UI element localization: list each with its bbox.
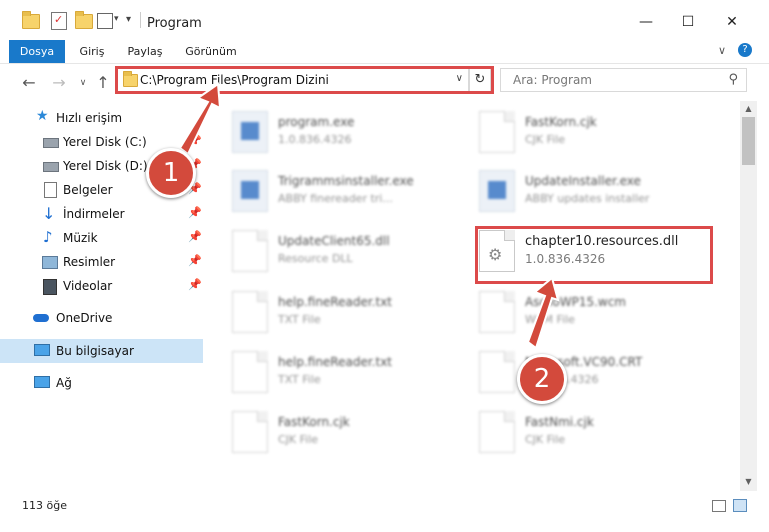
callout-1: 1 (146, 148, 196, 198)
annotation-arrows (178, 82, 560, 350)
callout-2: 2 (517, 354, 567, 404)
arrow-1 (178, 82, 222, 156)
arrow-2 (526, 276, 560, 350)
